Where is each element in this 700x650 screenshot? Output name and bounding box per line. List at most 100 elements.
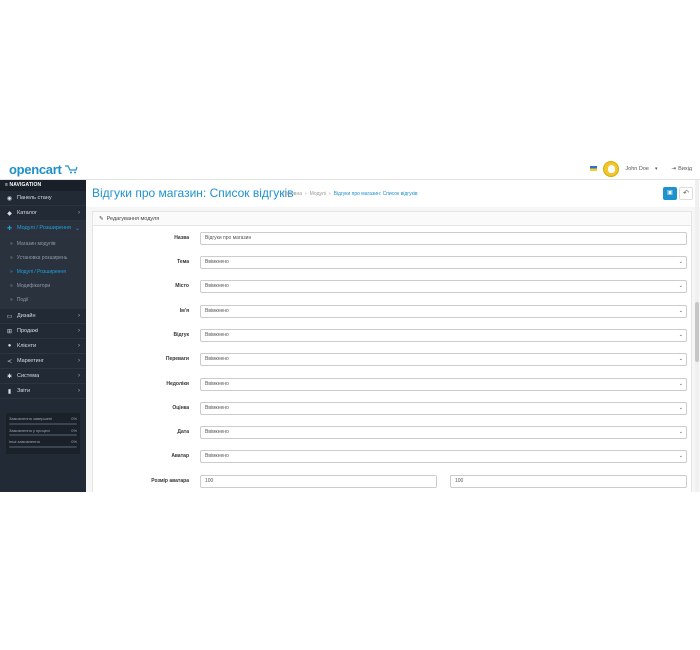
breadcrumb-home[interactable]: Головна [283, 191, 302, 197]
form-row-review: Відгук Ввімкнено ⌄ [93, 329, 693, 343]
dashboard-icon: ◉ [6, 195, 13, 202]
main-content: Відгуки про магазин: Список відгуків Гол… [86, 180, 700, 492]
form-row-firstname: Ім'я Ввімкнено ⌄ [93, 305, 693, 319]
city-select[interactable]: Ввімкнено ⌄ [200, 280, 687, 293]
field-label: Назва [174, 235, 189, 241]
avatar-select[interactable]: Ввімкнено ⌄ [200, 450, 687, 463]
stat-other: Інші замовлення 0% [9, 439, 77, 448]
bullet-icon: » [10, 255, 13, 261]
vertical-scrollbar[interactable] [695, 180, 699, 492]
submenu-label: Установка розширень [16, 255, 68, 261]
field-label: Місто [175, 283, 189, 289]
pencil-icon: ✎ [99, 216, 104, 222]
stat-label: Замовлення у процесі [9, 427, 50, 433]
sidebar-item-label: Звіти [17, 388, 31, 394]
top-header: opencart John Doe ▾ ⇥ Вихід [0, 157, 700, 180]
submenu-item-events[interactable]: » Події [0, 293, 86, 307]
review-select[interactable]: Ввімкнено ⌄ [200, 329, 687, 342]
stat-value: 0% [71, 416, 77, 421]
panel-title: Редагування модуля [106, 216, 160, 222]
stat-value: 0% [71, 427, 77, 433]
pros-select[interactable]: Ввімкнено ⌄ [200, 353, 687, 366]
field-value: Ввімкнено [205, 283, 229, 289]
breadcrumb-current[interactable]: Відгуки про магазин: Список відгуків [334, 191, 418, 197]
app-window: opencart John Doe ▾ ⇥ Вихід ≡ NAVIGATION… [0, 157, 700, 492]
cart-logo-icon [64, 165, 78, 174]
sidebar-item-catalog[interactable]: ◆ Каталог › [0, 206, 86, 221]
field-value: Ввімкнено [205, 356, 229, 362]
field-label: Розмір аватара [151, 478, 189, 484]
sidebar-item-reports[interactable]: ▮ Звіти › [0, 384, 86, 399]
sidebar-item-system[interactable]: ✱ Система › [0, 369, 86, 384]
opencart-logo[interactable]: opencart [9, 162, 78, 177]
logout-button[interactable]: ⇥ Вихід [671, 166, 692, 172]
firstname-select[interactable]: Ввімкнено ⌄ [200, 305, 687, 318]
cart-icon: ⊞ [6, 328, 13, 335]
name-input[interactable]: Відгуки про магазин [200, 232, 687, 245]
stat-label: Інші замовлення [9, 439, 40, 444]
chevron-down-icon: ⌄ [678, 381, 683, 387]
monitor-icon: ▭ [6, 313, 13, 320]
sidebar: ≡ NAVIGATION ◉ Панель стану ◆ Каталог › … [0, 180, 86, 492]
field-label: Дата [177, 429, 189, 435]
field-value: Відгуки про магазин [205, 235, 252, 241]
chart-icon: ▮ [7, 388, 12, 395]
nav-header: ≡ NAVIGATION [0, 180, 86, 191]
chevron-right-icon: › [78, 343, 80, 349]
save-icon: ▣ [667, 190, 673, 196]
date-select[interactable]: Ввімкнено ⌄ [200, 426, 687, 439]
form-row-theme: Тема Ввімкнено ⌄ [93, 256, 693, 270]
sidebar-item-sales[interactable]: ⊞ Продажі › [0, 324, 86, 339]
theme-select[interactable]: Ввімкнено ⌄ [200, 256, 687, 269]
field-label: Ім'я [179, 308, 189, 314]
scrollbar-thumb[interactable] [695, 302, 699, 362]
field-label: Недоліки [166, 381, 189, 387]
language-flag-icon[interactable] [590, 166, 598, 171]
breadcrumb-separator: › [305, 191, 307, 197]
breadcrumb-separator: › [328, 191, 331, 197]
cons-select[interactable]: Ввімкнено ⌄ [200, 378, 687, 391]
sidebar-item-extensions[interactable]: ✚ Модулі / Розширення ⌄ [0, 221, 86, 236]
sidebar-item-label: Дизайн [17, 313, 36, 319]
submenu-item-modifications[interactable]: » Модифікатори [0, 279, 86, 293]
avatar-height-input[interactable]: 100 [450, 475, 687, 488]
save-button[interactable]: ▣ [663, 187, 677, 200]
order-stats: Замовлення завершені 0% Замовлення у проц… [6, 413, 80, 454]
sidebar-item-label: Панель стану [17, 195, 52, 201]
stat-progress-bar [9, 422, 77, 425]
sidebar-item-label: Маркетинг [17, 358, 44, 364]
avatar[interactable] [603, 160, 620, 177]
breadcrumb-modules[interactable]: Модулі [310, 191, 326, 197]
stat-progress-bar [9, 434, 77, 436]
user-name[interactable]: John Doe [625, 166, 649, 172]
bullet-icon: » [10, 283, 13, 289]
form-row-date: Дата Ввімкнено ⌄ [93, 426, 693, 440]
rating-select[interactable]: Ввімкнено ⌄ [200, 402, 687, 415]
chevron-right-icon: › [78, 388, 80, 394]
sidebar-item-marketing[interactable]: ≺ Маркетинг › [0, 354, 86, 369]
bullet-icon: » [10, 241, 13, 247]
sidebar-item-design[interactable]: ▭ Дизайн › [0, 309, 86, 324]
stat-value: 0% [71, 439, 77, 444]
bullet-icon: » [10, 297, 13, 303]
submenu-item-installer[interactable]: » Установка розширень [0, 251, 86, 265]
puzzle-icon: ✚ [6, 225, 13, 232]
user-icon: ● [7, 343, 12, 349]
chevron-down-icon: ⌄ [678, 405, 683, 411]
sidebar-item-customers[interactable]: ● Клієнти › [0, 339, 86, 354]
avatar-width-input[interactable]: 100 [200, 475, 437, 488]
chevron-down-icon: ⌄ [678, 429, 683, 435]
submenu-item-extensions[interactable]: » Модулі / Розширення [0, 265, 86, 279]
submenu-label: Модулі / Розширення [16, 269, 66, 275]
page-header: Відгуки про магазин: Список відгуків Гол… [86, 180, 700, 207]
submenu-item-marketplace[interactable]: » Магазин модулів [0, 237, 86, 251]
chevron-right-icon: › [78, 210, 80, 216]
back-button[interactable]: ↶ [679, 187, 693, 200]
sidebar-item-label: Система [17, 373, 40, 379]
caret-down-icon[interactable]: ▾ [655, 166, 658, 172]
form-row-avatar-size: Розмір аватара 100 100 [93, 475, 693, 489]
stat-completed: Замовлення завершені 0% [9, 416, 77, 425]
extensions-submenu: » Магазин модулів » Установка розширень » М… [0, 236, 86, 309]
field-label: Відгук [173, 332, 189, 338]
sidebar-item-dashboard[interactable]: ◉ Панель стану [0, 191, 86, 206]
